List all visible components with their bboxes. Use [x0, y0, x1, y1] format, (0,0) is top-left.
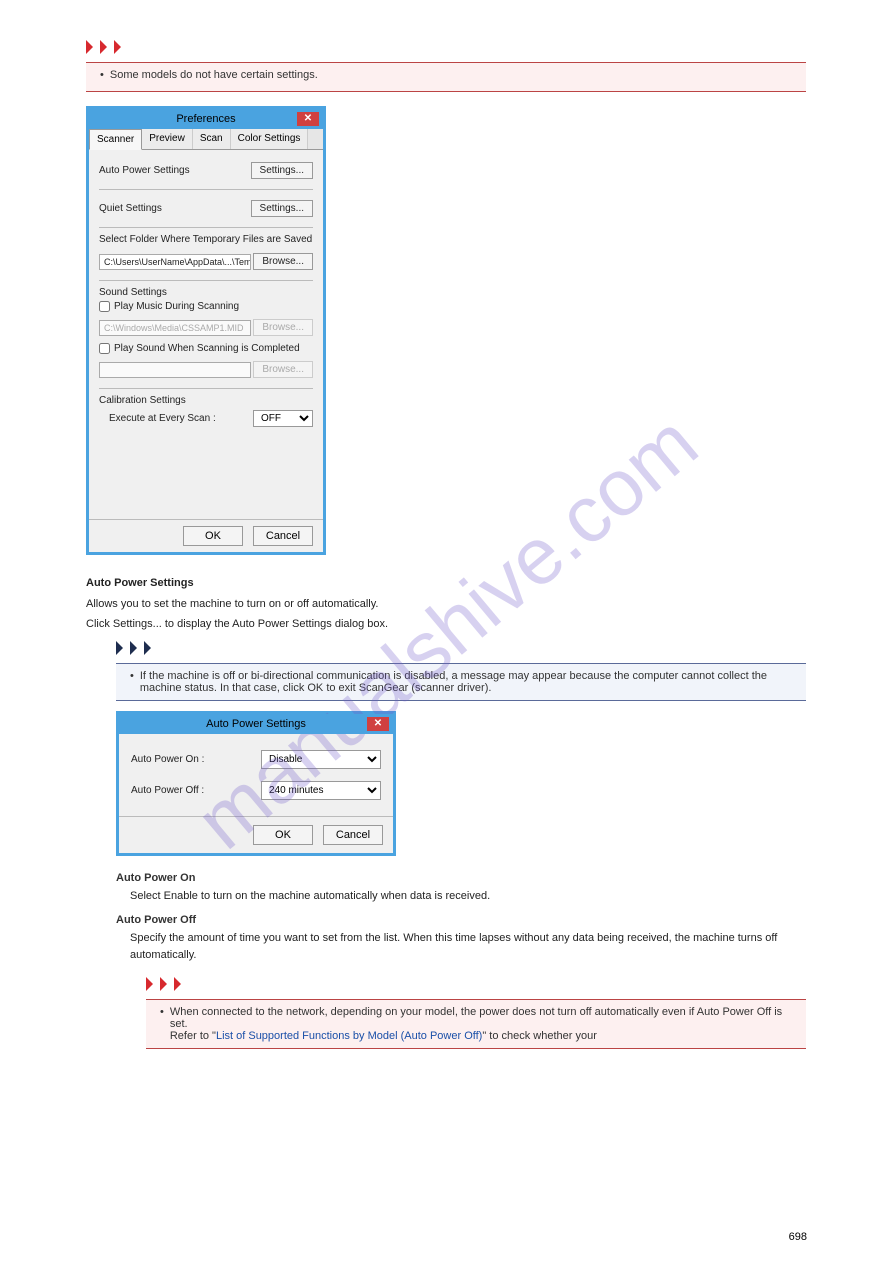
auto-off-text: Specify the amount of time you want to s…	[130, 930, 807, 963]
pref-cancel-button[interactable]: Cancel	[253, 526, 313, 546]
auto-on-label: Auto Power On :	[131, 754, 204, 765]
important1-text: Some models do not have certain settings…	[110, 69, 318, 81]
auto-power-desc: Allows you to set the machine to turn on…	[86, 596, 807, 613]
note-line3: driver).	[457, 682, 491, 694]
tab-preview[interactable]: Preview	[142, 129, 193, 149]
folder-label: Select Folder Where Temporary Files are …	[99, 234, 313, 245]
play-complete-checkbox[interactable]: Play Sound When Scanning is Completed	[99, 343, 313, 354]
sound-settings-label: Sound Settings	[99, 287, 313, 298]
folder-browse-button[interactable]: Browse...	[253, 253, 313, 270]
quiet-label: Quiet Settings	[99, 203, 162, 214]
tab-color-settings[interactable]: Color Settings	[231, 129, 309, 149]
calibration-select[interactable]: OFF	[253, 410, 313, 427]
play-complete-checkbox-input[interactable]	[99, 343, 110, 354]
note-icon	[116, 641, 807, 655]
important-banner-1: Some models do not have certain settings…	[86, 62, 806, 92]
imp2-line3p: Refer to "	[170, 1030, 216, 1042]
play-music-checkbox-input[interactable]	[99, 301, 110, 312]
note-line1: If the machine is off or bi-directional …	[140, 670, 611, 682]
close-icon[interactable]: ✕	[297, 112, 319, 126]
auto-power-settings-button[interactable]: Settings...	[251, 162, 313, 179]
important-icon-2	[146, 977, 807, 991]
preferences-tabs: Scanner Preview Scan Color Settings	[89, 129, 323, 150]
auto-on-heading: Auto Power On	[116, 872, 807, 884]
auto-power-label: Auto Power Settings	[99, 165, 190, 176]
complete-browse-button: Browse...	[253, 361, 313, 378]
auto-on-select[interactable]: Disable	[261, 750, 381, 769]
auto-off-label: Auto Power Off :	[131, 785, 204, 796]
music-path-input: C:\Windows\Media\CSSAMP1.MID	[99, 320, 251, 336]
preferences-title-text: Preferences	[176, 113, 235, 125]
auto-power-title: Auto Power Settings ✕	[119, 714, 393, 734]
quiet-settings-button[interactable]: Settings...	[251, 200, 313, 217]
play-music-checkbox[interactable]: Play Music During Scanning	[99, 301, 313, 312]
calibration-label: Calibration Settings	[99, 395, 313, 406]
preferences-title: Preferences ✕	[89, 109, 323, 129]
folder-path-input[interactable]: C:\Users\UserName\AppData\...\Temp\	[99, 254, 251, 270]
tab-scanner[interactable]: Scanner	[89, 129, 142, 150]
supported-functions-link[interactable]: List of Supported Functions by Model (Au…	[216, 1030, 482, 1042]
auto-power-heading: Auto Power Settings	[86, 575, 807, 592]
auto-power-window: Auto Power Settings ✕ Auto Power On : Di…	[116, 711, 396, 856]
play-complete-label: Play Sound When Scanning is Completed	[114, 343, 300, 354]
music-browse-button: Browse...	[253, 319, 313, 336]
auto-cancel-button[interactable]: Cancel	[323, 825, 383, 845]
auto-ok-button[interactable]: OK	[253, 825, 313, 845]
important-icon	[86, 40, 807, 54]
calibration-sublabel: Execute at Every Scan :	[99, 413, 216, 424]
auto-power-title-text: Auto Power Settings	[206, 718, 306, 730]
preferences-tab-body: Auto Power Settings Settings... Quiet Se…	[89, 150, 323, 519]
page-number: 698	[789, 1231, 807, 1243]
page-content: Some models do not have certain settings…	[0, 0, 893, 1089]
play-music-label: Play Music During Scanning	[114, 301, 239, 312]
imp2-line3s: " to check whether your	[482, 1030, 597, 1042]
auto-on-text: Select Enable to turn on the machine aut…	[130, 888, 807, 905]
important-banner-2: When connected to the network, depending…	[146, 999, 806, 1049]
auto-power-click: Click Settings... to display the Auto Po…	[86, 616, 807, 633]
preferences-window: Preferences ✕ Scanner Preview Scan Color…	[86, 106, 326, 555]
auto-close-icon[interactable]: ✕	[367, 717, 389, 731]
tab-scan[interactable]: Scan	[193, 129, 231, 149]
note-banner: If the machine is off or bi-directional …	[116, 663, 806, 701]
pref-ok-button[interactable]: OK	[183, 526, 243, 546]
imp2-line1: When connected to the network, depending…	[170, 1006, 577, 1018]
complete-sound-path-input	[99, 362, 251, 378]
auto-off-select[interactable]: 240 minutes	[261, 781, 381, 800]
auto-off-heading: Auto Power Off	[116, 914, 807, 926]
